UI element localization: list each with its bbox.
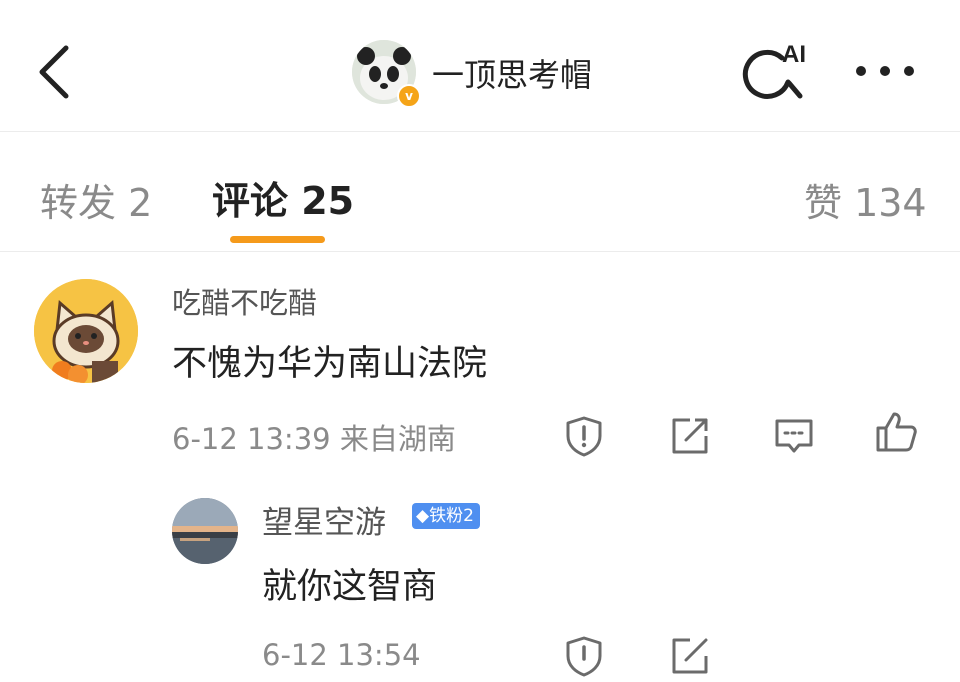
reply-icon [775, 419, 813, 453]
tab-bar: 转发 2 评论 25 赞 134 [0, 132, 960, 252]
reply-report-button[interactable] [562, 634, 606, 678]
reply-button[interactable] [772, 414, 816, 458]
ai-search-icon: AI [742, 41, 806, 99]
more-dots-icon [856, 66, 914, 76]
replier-avatar[interactable] [172, 498, 238, 564]
tab-repost[interactable]: 转发 2 [40, 172, 152, 227]
lake-avatar-image [172, 498, 238, 564]
share-icon [672, 418, 708, 454]
active-tab-indicator [230, 236, 325, 243]
commenter-avatar[interactable] [34, 279, 138, 383]
share-button[interactable] [668, 414, 712, 458]
ai-search-button[interactable]: AI [742, 36, 814, 104]
diamond-icon: ◆ [416, 506, 430, 526]
report-icon [566, 636, 602, 677]
author-name[interactable]: 一顶思考帽 [432, 50, 592, 96]
comment-meta: 6-12 13:39 来自湖南 [172, 422, 456, 456]
tab-likes[interactable]: 赞 134 [804, 172, 927, 227]
chevron-left-icon [39, 45, 69, 99]
tab-comments[interactable]: 评论 25 [212, 170, 354, 225]
replier-name[interactable]: 望星空游 [262, 497, 386, 542]
verified-badge: v [397, 84, 421, 108]
reply-meta: 6-12 13:54 [262, 638, 421, 672]
back-button[interactable] [34, 44, 78, 100]
commenter-name[interactable]: 吃醋不吃醋 [172, 280, 317, 322]
svg-text:AI: AI [782, 41, 806, 68]
fan-badge-label: 铁粉2 [429, 506, 474, 526]
reply-share-button[interactable] [668, 634, 712, 678]
fan-badge: ◆铁粉2 [412, 503, 480, 529]
like-button[interactable] [874, 410, 918, 454]
like-icon [876, 412, 917, 452]
cat-avatar-image [34, 279, 138, 383]
share-icon [672, 638, 708, 674]
comment-text: 不愧为华为南山法院 [172, 344, 488, 384]
more-button[interactable] [852, 56, 918, 86]
report-icon [566, 416, 602, 457]
reply-text: 就你这智商 [262, 567, 438, 607]
report-button[interactable] [562, 414, 606, 458]
